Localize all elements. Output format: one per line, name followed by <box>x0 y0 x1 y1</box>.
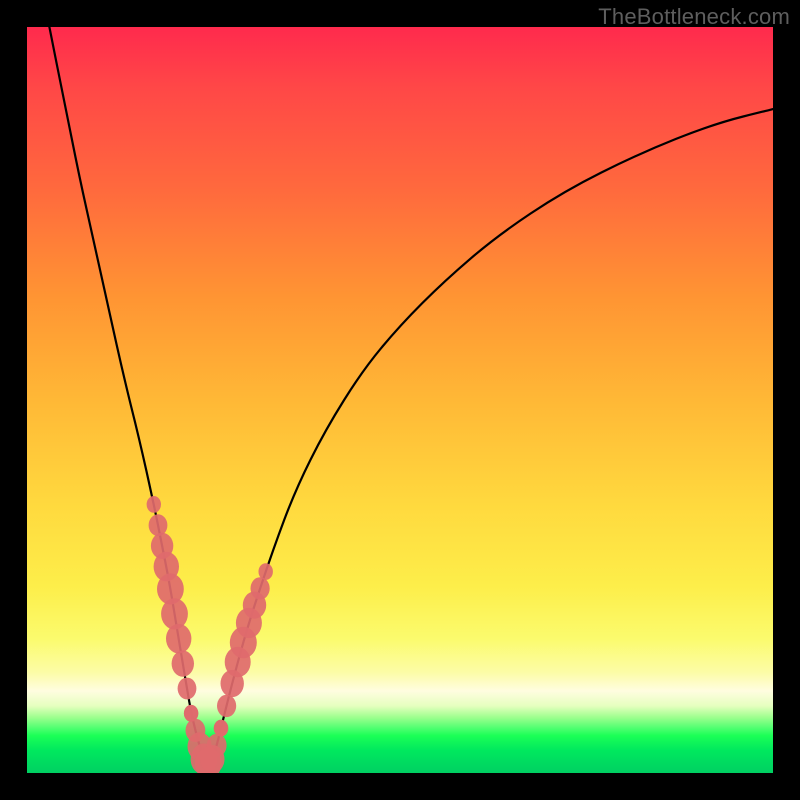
marker-dot <box>217 695 236 717</box>
marker-dot <box>166 624 191 654</box>
watermark-text: TheBottleneck.com <box>598 4 790 30</box>
chart-svg <box>27 27 773 773</box>
marker-dot <box>259 563 273 580</box>
marker-dot <box>207 734 227 757</box>
marker-dot <box>251 577 270 599</box>
marker-dot <box>149 514 168 536</box>
marker-dot <box>178 678 197 700</box>
marker-group <box>147 496 273 773</box>
marker-dot <box>214 720 228 737</box>
marker-dot <box>172 651 194 677</box>
marker-dot <box>147 496 161 513</box>
bottleneck-curve <box>49 27 773 763</box>
